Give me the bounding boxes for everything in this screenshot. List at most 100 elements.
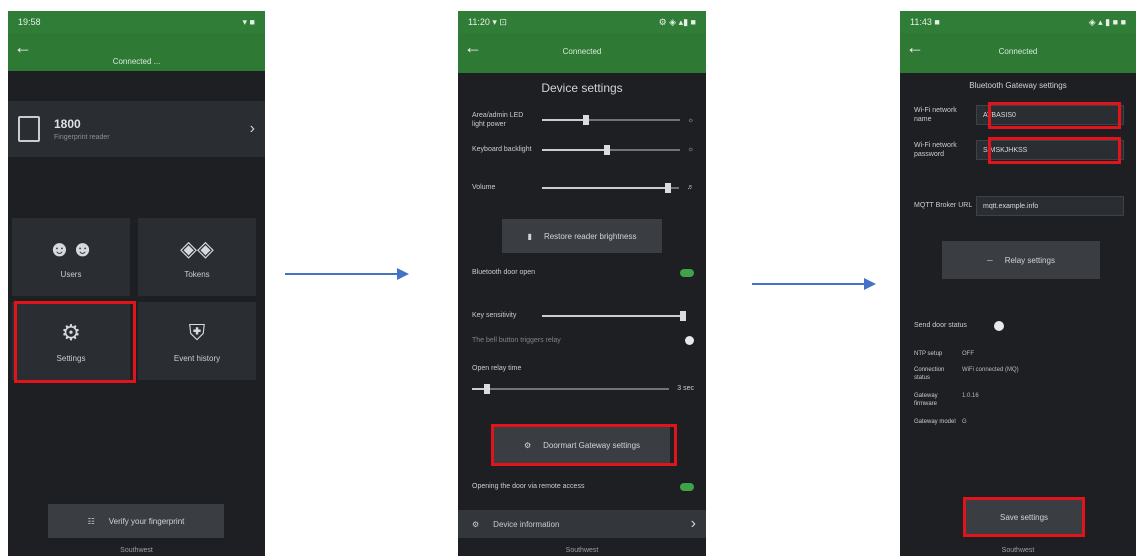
mqtt-label: MQTT Broker URL	[914, 202, 973, 210]
status-bar: 11:43 ■ ◈ ▴ ▮ ■ ■	[900, 11, 1136, 33]
setting-keyboard-backlight: Keyboard backlight ☼	[472, 144, 694, 155]
bottom-label: Southwest	[1001, 547, 1035, 554]
highlight-gateway-settings	[491, 424, 677, 466]
setting-open-relay-slider: 3 sec	[472, 383, 694, 394]
phone-screen-home: 19:58 ▾ ■ ← Connected ... 1800 Fingerpri…	[8, 11, 265, 556]
device-name: 1800	[54, 117, 81, 131]
setting-led-power: Area/admin LED light power ☼	[472, 111, 694, 129]
tile-event-history-label: Event history	[173, 353, 221, 363]
info-gear-icon: ⚙	[472, 519, 480, 529]
app-bar-title: Connected	[562, 47, 602, 56]
back-arrow-icon[interactable]: ←	[14, 37, 32, 58]
reader-icon: ▮	[527, 231, 532, 241]
model-row: Gateway model G	[914, 419, 967, 427]
verify-fingerprint-button[interactable]: ☷ Verify your fingerprint	[48, 504, 224, 538]
tile-users-label: Users	[60, 269, 82, 279]
backlight-slider[interactable]	[542, 144, 680, 155]
status-time: 11:20 ▾ ⊡	[468, 16, 507, 27]
kv-label: NTP setup	[914, 351, 943, 357]
status-time: 19:58	[18, 17, 41, 27]
bottom-label: Southwest	[565, 547, 599, 554]
setting-volume: Volume ♬	[472, 182, 694, 193]
open-relay-slider[interactable]	[472, 383, 670, 394]
kv-value: 1.0.16	[962, 393, 979, 399]
flow-arrow-2	[752, 278, 876, 290]
bluetooth-toggle[interactable]	[680, 268, 694, 277]
app-bar: ← Connected	[900, 33, 1136, 73]
setting-key-sensitivity: Key sensitivity	[472, 310, 694, 321]
bell-label: The bell button triggers relay	[472, 337, 561, 344]
relay-settings-button[interactable]: ─ Relay settings	[942, 241, 1100, 279]
device-subtitle: Fingerprint reader	[54, 134, 110, 141]
setting-label: Keyboard backlight	[472, 146, 532, 153]
page-title: Device settings	[541, 81, 623, 95]
status-bar: 19:58 ▾ ■	[8, 11, 265, 33]
chevron-right-icon: ›	[690, 515, 696, 532]
tile-tokens-label: Tokens	[184, 269, 210, 279]
setting-remote-access: Opening the door via remote access	[472, 482, 694, 491]
setting-open-relay-label: Open relay time	[472, 365, 694, 372]
device-information-row[interactable]: ⚙ Device information ›	[458, 510, 706, 538]
key-sensitivity-label: Key sensitivity	[472, 312, 517, 319]
send-status-row: Send door status	[914, 321, 1124, 331]
open-relay-value: 3 sec	[677, 385, 694, 392]
app-bar: ← Connected	[458, 33, 706, 73]
device-row[interactable]: 1800 Fingerprint reader ›	[8, 101, 265, 157]
key-sensitivity-slider[interactable]	[542, 310, 687, 321]
device-information-label: Device information	[493, 519, 560, 529]
kv-value: WiFi connected (MQ)	[962, 367, 1019, 373]
status-icons: ▾ ■	[242, 16, 255, 27]
wifi-password-label: Wi-Fi network password	[914, 141, 957, 158]
status-time: 11:43 ■	[910, 17, 940, 27]
restore-brightness-button[interactable]: ▮ Restore reader brightness	[502, 219, 662, 253]
stage: 19:58 ▾ ■ ← Connected ... 1800 Fingerpri…	[0, 0, 1136, 559]
bell-toggle[interactable]	[685, 336, 694, 345]
setting-bell-relay: The bell button triggers relay	[472, 336, 694, 345]
status-bar: 11:20 ▾ ⊡ ⚙ ◈ ▴▮ ■	[458, 11, 706, 33]
volume-slider[interactable]	[542, 182, 679, 193]
ntp-row: NTP setup OFF	[914, 351, 974, 359]
app-bar: ← Connected ...	[8, 33, 265, 71]
sun-icon: ☼	[687, 116, 694, 124]
setting-label: Volume	[472, 184, 496, 191]
bottom-label: Southwest	[120, 547, 153, 554]
send-status-toggle[interactable]	[994, 321, 1004, 331]
tile-tokens[interactable]: ◈◈ Tokens	[138, 218, 256, 296]
verify-fingerprint-label: Verify your fingerprint	[108, 516, 185, 526]
phone-screen-gateway-settings: 11:43 ■ ◈ ▴ ▮ ■ ■ ← Connected Bluetooth …	[900, 11, 1136, 556]
open-relay-label: Open relay time	[472, 365, 522, 372]
setting-bluetooth-open: Bluetooth door open	[472, 268, 694, 277]
restore-brightness-label: Restore reader brightness	[543, 231, 637, 241]
tile-users[interactable]: ☻☻ Users	[12, 218, 130, 296]
send-status-label: Send door status	[914, 322, 967, 330]
kv-value: OFF	[962, 351, 974, 357]
bluetooth-label: Bluetooth door open	[472, 269, 536, 276]
kv-label: Gateway firmware	[914, 393, 938, 407]
kv-value: G	[962, 419, 967, 425]
speaker-icon: ♬	[687, 184, 694, 192]
fingerprint-icon: ☷	[87, 516, 95, 526]
app-bar-title: Connected ...	[112, 57, 161, 66]
kv-label: Gateway model	[914, 419, 956, 425]
remote-access-toggle[interactable]	[680, 482, 694, 491]
door-reader-icon	[18, 116, 40, 142]
relay-icon: ─	[987, 255, 993, 265]
connection-row: Connection status WiFi connected (MQ)	[914, 367, 1019, 383]
wifi-name-label: Wi-Fi network name	[914, 106, 957, 123]
flow-arrow-1	[285, 268, 409, 280]
shield-lock-icon: ⛨	[188, 319, 206, 345]
sun-icon: ☼	[687, 146, 694, 154]
kv-label: Connection status	[914, 367, 945, 381]
highlight-wifi-name	[988, 102, 1121, 129]
mqtt-row: MQTT Broker URL mqtt.example.info	[914, 196, 1124, 216]
status-icons: ◈ ▴ ▮ ■ ■	[1088, 16, 1126, 27]
tokens-icon: ◈◈	[180, 235, 214, 261]
mqtt-url-field[interactable]: mqtt.example.info	[976, 196, 1124, 216]
highlight-settings	[14, 301, 136, 383]
led-power-slider[interactable]	[542, 115, 680, 126]
users-icon: ☻☻	[47, 235, 95, 261]
status-icons: ⚙ ◈ ▴▮ ■	[658, 16, 696, 27]
highlight-wifi-password	[988, 137, 1121, 164]
app-bar-title: Connected	[998, 47, 1038, 56]
tile-event-history[interactable]: ⛨ Event history	[138, 302, 256, 380]
